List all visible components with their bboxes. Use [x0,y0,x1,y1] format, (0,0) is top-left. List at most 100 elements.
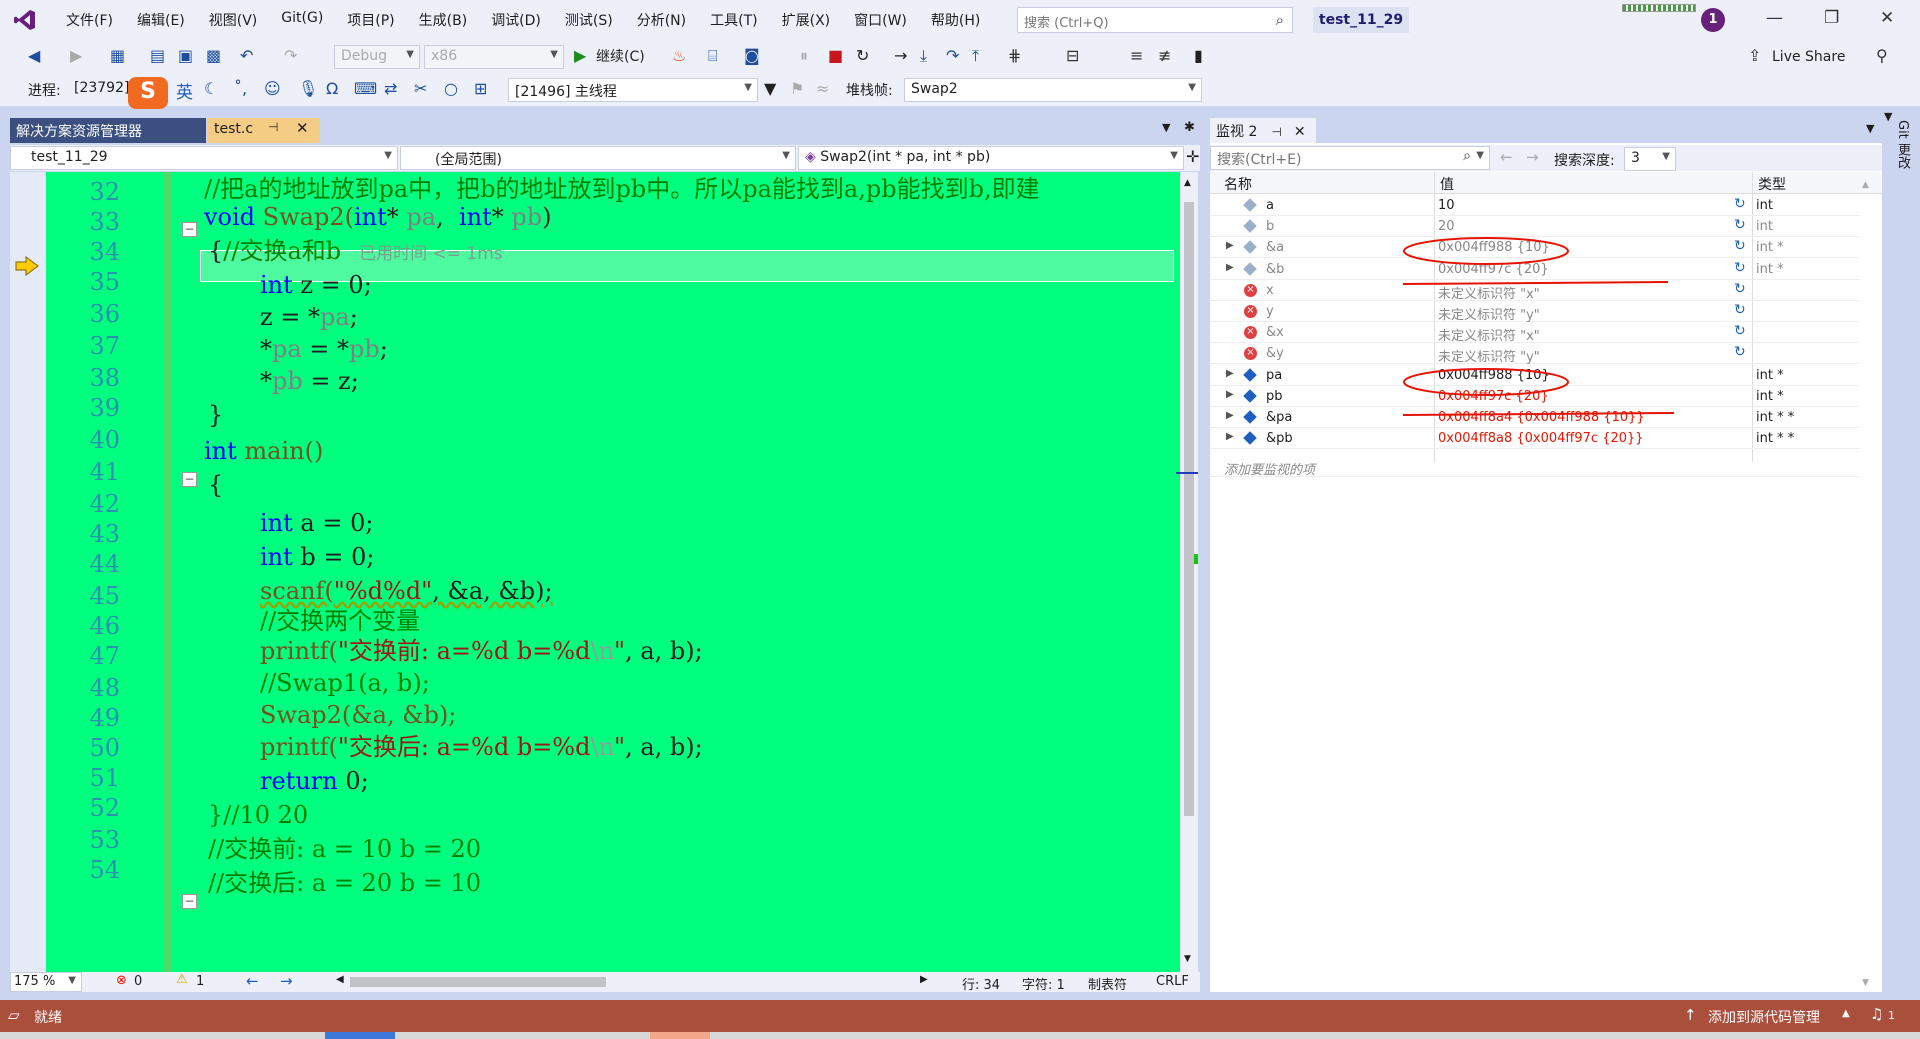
close-icon[interactable]: ✕ [296,119,309,137]
search-icon[interactable]: ○ [444,77,458,101]
tab-test-c[interactable]: test.c ⊣ ✕ [208,118,320,143]
horizontal-scroll-thumb[interactable] [350,977,606,987]
tab-overflow-icon[interactable]: ▼ [1866,122,1874,135]
close-icon[interactable]: ✕ [1880,8,1894,28]
watch-row[interactable]: × x 未定义标识符 "x" ↻ [1210,280,1860,302]
refresh-icon[interactable]: ↻ [1734,281,1746,297]
scroll-left-icon[interactable]: ◀ [336,974,344,985]
mic-icon[interactable]: 🎙 [298,77,318,101]
tab-overflow-icon[interactable]: ▼ [1884,110,1892,123]
line-indicator[interactable]: 行: 34 [962,974,1000,993]
menu-edit[interactable]: 编辑(E) [137,10,185,30]
scroll-thumb[interactable] [1184,202,1194,816]
restart-icon[interactable]: ↻ [856,44,869,68]
fold-icon[interactable]: − [182,894,197,909]
stop-icon[interactable]: ■ [828,44,843,68]
hot-reload-icon[interactable]: ♨ [672,44,686,68]
pause-icon[interactable]: ⏸ [800,44,808,68]
search-forward-icon[interactable]: → [1526,148,1539,166]
global-search-input[interactable]: 搜索 (Ctrl+Q) ⌕ [1017,7,1293,33]
menu-window[interactable]: 窗口(W) [854,10,907,30]
menu-debug[interactable]: 调试(D) [491,10,541,30]
refresh-icon[interactable]: ↻ [1734,260,1746,276]
fold-icon[interactable]: − [182,472,197,487]
expand-icon[interactable]: ▶ [1226,431,1234,442]
punct-icon[interactable]: ˚, [234,77,247,101]
show-next-icon[interactable]: → [894,44,907,68]
restore-icon[interactable]: ❐ [1824,8,1839,28]
project-dropdown[interactable]: test_11_29 ▼ [10,146,398,170]
pin-icon[interactable]: ⊣ [1271,125,1281,139]
up-arrow-icon[interactable]: ↑ [1684,1006,1697,1024]
expand-icon[interactable]: ▶ [1226,240,1234,251]
continue-button[interactable]: 继续(C) [596,45,645,69]
refresh-icon[interactable]: ↻ [1734,238,1746,254]
add-watch-row[interactable]: 添加要监视的项 [1210,456,1860,478]
scope-dropdown[interactable]: (全局范围) ▼ [400,146,796,170]
feedback-icon[interactable]: ⚲ [1876,44,1888,68]
step-over-icon[interactable]: ↷ [946,44,959,68]
screenshot-icon[interactable]: ◙ [744,44,760,68]
bookmark-icon[interactable]: ▮ [1194,44,1203,68]
minimize-icon[interactable]: — [1766,8,1783,28]
split-icon[interactable]: ✛ [1186,147,1199,166]
filter-icon[interactable]: ▼ [764,77,776,101]
notification-icon[interactable]: ♫ [1870,1005,1883,1023]
save-icon[interactable]: ▣ [178,44,193,68]
scroll-down-icon[interactable]: ▼ [1184,954,1191,964]
scroll-up-icon[interactable]: ▲ [1862,180,1869,190]
editor-vertical-scrollbar[interactable]: ▲ ▼ [1176,172,1198,972]
watch-row[interactable]: ▶ pa 0x004ff988 {10} int * [1210,365,1860,386]
step-into-icon[interactable]: ⤓ [920,44,927,68]
watch-row[interactable]: ▶ &pa 0x004ff8a4 {0x004ff988 {10}} int * * [1210,407,1860,428]
expand-icon[interactable]: ▶ [1226,389,1234,400]
menu-view[interactable]: 视图(V) [209,10,258,30]
ime-logo-icon[interactable]: S [128,77,168,109]
scroll-right-icon[interactable]: ▶ [920,974,928,985]
refresh-icon[interactable]: ↻ [1734,196,1746,212]
keyboard-icon[interactable]: ⌨ [354,77,377,101]
emoji-icon[interactable]: ☺ [264,77,281,101]
watch-search-input[interactable]: 搜索(Ctrl+E) ⌕ ▼ [1210,146,1490,170]
search-back-icon[interactable]: ← [1500,148,1513,166]
platform-dropdown[interactable]: x86 ▼ [424,45,564,69]
prev-issue-icon[interactable]: ← [246,972,259,990]
threads-icon[interactable]: ⊟ [1066,44,1079,68]
tabs-indicator[interactable]: 制表符 [1088,974,1127,993]
watch-row[interactable]: ▶ pb 0x004ff97c {20} int * [1210,386,1860,407]
menu-tools[interactable]: 工具(T) [710,10,757,30]
share-icon[interactable]: ⇪ [1748,44,1761,68]
continue-icon[interactable]: ▶ [574,44,586,68]
step-out-icon[interactable]: ⤒ [972,44,979,68]
find-icon[interactable]: ⌸ [708,44,718,68]
redo-icon[interactable]: ↷ [284,44,297,68]
menu-git[interactable]: Git(G) [281,10,323,30]
watch-row[interactable]: × &x 未定义标识符 "x" ↻ [1210,322,1860,344]
watch-row[interactable]: b 20 ↻ int [1210,216,1860,238]
omega-icon[interactable]: Ω [326,77,338,101]
refresh-icon[interactable]: ↻ [1734,302,1746,318]
watch-row[interactable]: × y 未定义标识符 "y" ↻ [1210,301,1860,323]
menu-analyze[interactable]: 分析(N) [637,10,686,30]
expand-icon[interactable]: ▶ [1226,368,1234,379]
menu-project[interactable]: 项目(P) [347,10,394,30]
tab-watch-2[interactable]: 监视 2 ⊣ ✕ [1210,118,1316,143]
moon-icon[interactable]: ☾ [204,77,218,101]
refresh-icon[interactable]: ↻ [1734,323,1746,339]
perf-tip[interactable]: 已用时间 <= 1ms [359,244,503,264]
process-value[interactable]: [23792] [74,80,129,96]
menu-test[interactable]: 测试(S) [565,10,613,30]
menu-help[interactable]: 帮助(H) [931,10,980,30]
thread-switch-icon[interactable]: ≈ [816,77,829,101]
error-icon[interactable]: ⊗ [116,973,127,988]
next-issue-icon[interactable]: → [280,972,293,990]
tab-overflow-icon[interactable]: ▼ [1162,121,1170,134]
col-type[interactable]: 类型 [1758,174,1786,194]
expand-icon[interactable]: ▶ [1226,410,1234,421]
new-project-icon[interactable]: ▦ [110,44,125,68]
forward-icon[interactable]: ▶ [70,44,82,68]
code-editor[interactable]: 32 33 34 35 36 37 38 39 40 41 42 43 44 45 46 47 48 49 50 51… [46,172,1180,972]
menu-extensions[interactable]: 扩展(X) [782,10,831,30]
avatar[interactable]: 1 [1701,8,1725,32]
refresh-icon[interactable]: ↻ [1734,217,1746,233]
